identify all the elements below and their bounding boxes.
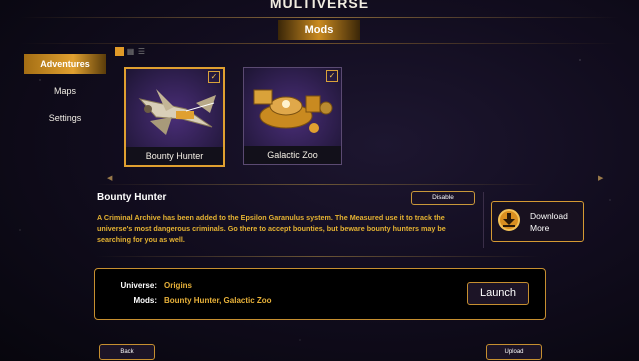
back-button[interactable]: Back bbox=[99, 344, 155, 360]
banner-divider bbox=[20, 43, 619, 44]
mod-card-galactic-zoo[interactable]: ✓ Galactic Zoo bbox=[243, 67, 342, 165]
detail-description: A Criminal Archive has been added to the… bbox=[97, 213, 446, 244]
download-label-line1: Download bbox=[530, 211, 568, 221]
list-view-icon[interactable]: ☰ bbox=[137, 47, 146, 56]
carousel-next-icon[interactable]: ▶ bbox=[598, 174, 603, 182]
view-toggle: ▦ ☰ bbox=[115, 47, 146, 56]
sidebar-item-maps[interactable]: Maps bbox=[24, 81, 106, 101]
mod-name: Bounty Hunter bbox=[126, 147, 223, 165]
header-divider bbox=[20, 17, 619, 18]
upload-button[interactable]: Upload bbox=[486, 344, 542, 360]
download-more-button[interactable]: Download More bbox=[491, 201, 584, 242]
large-grid-icon[interactable] bbox=[115, 47, 124, 56]
sidebar: Adventures Maps Settings bbox=[24, 54, 106, 135]
disable-button[interactable]: Disable bbox=[411, 191, 475, 205]
detail-divider bbox=[96, 184, 541, 185]
section-banner: Mods bbox=[278, 20, 360, 40]
universe-value: Origins bbox=[164, 281, 193, 290]
sidebar-item-settings[interactable]: Settings bbox=[24, 108, 106, 128]
enabled-checkbox[interactable]: ✓ bbox=[326, 70, 338, 82]
mod-name: Galactic Zoo bbox=[244, 146, 341, 164]
vertical-divider bbox=[483, 192, 484, 248]
launch-button[interactable]: Launch bbox=[467, 282, 529, 305]
detail-title: Bounty Hunter bbox=[97, 192, 167, 203]
sidebar-item-adventures[interactable]: Adventures bbox=[24, 54, 106, 74]
page-title: MULTIVERSE bbox=[269, 0, 370, 11]
enabled-checkbox[interactable]: ✓ bbox=[208, 71, 220, 83]
download-label-line2: More bbox=[530, 223, 550, 233]
launch-summary-panel: Universe: Origins Mods: Bounty Hunter, G… bbox=[94, 268, 546, 320]
download-icon bbox=[498, 209, 520, 231]
summary-divider bbox=[96, 256, 541, 257]
download-label: Download More bbox=[530, 210, 580, 234]
universe-label: Universe: bbox=[120, 281, 157, 290]
small-grid-icon[interactable]: ▦ bbox=[126, 47, 135, 56]
carousel-prev-icon[interactable]: ◀ bbox=[107, 174, 112, 182]
mod-card-bounty-hunter[interactable]: ✓ Bounty Hunter bbox=[124, 67, 225, 167]
mods-label: Mods: bbox=[133, 296, 157, 305]
mods-value: Bounty Hunter, Galactic Zoo bbox=[164, 296, 272, 305]
